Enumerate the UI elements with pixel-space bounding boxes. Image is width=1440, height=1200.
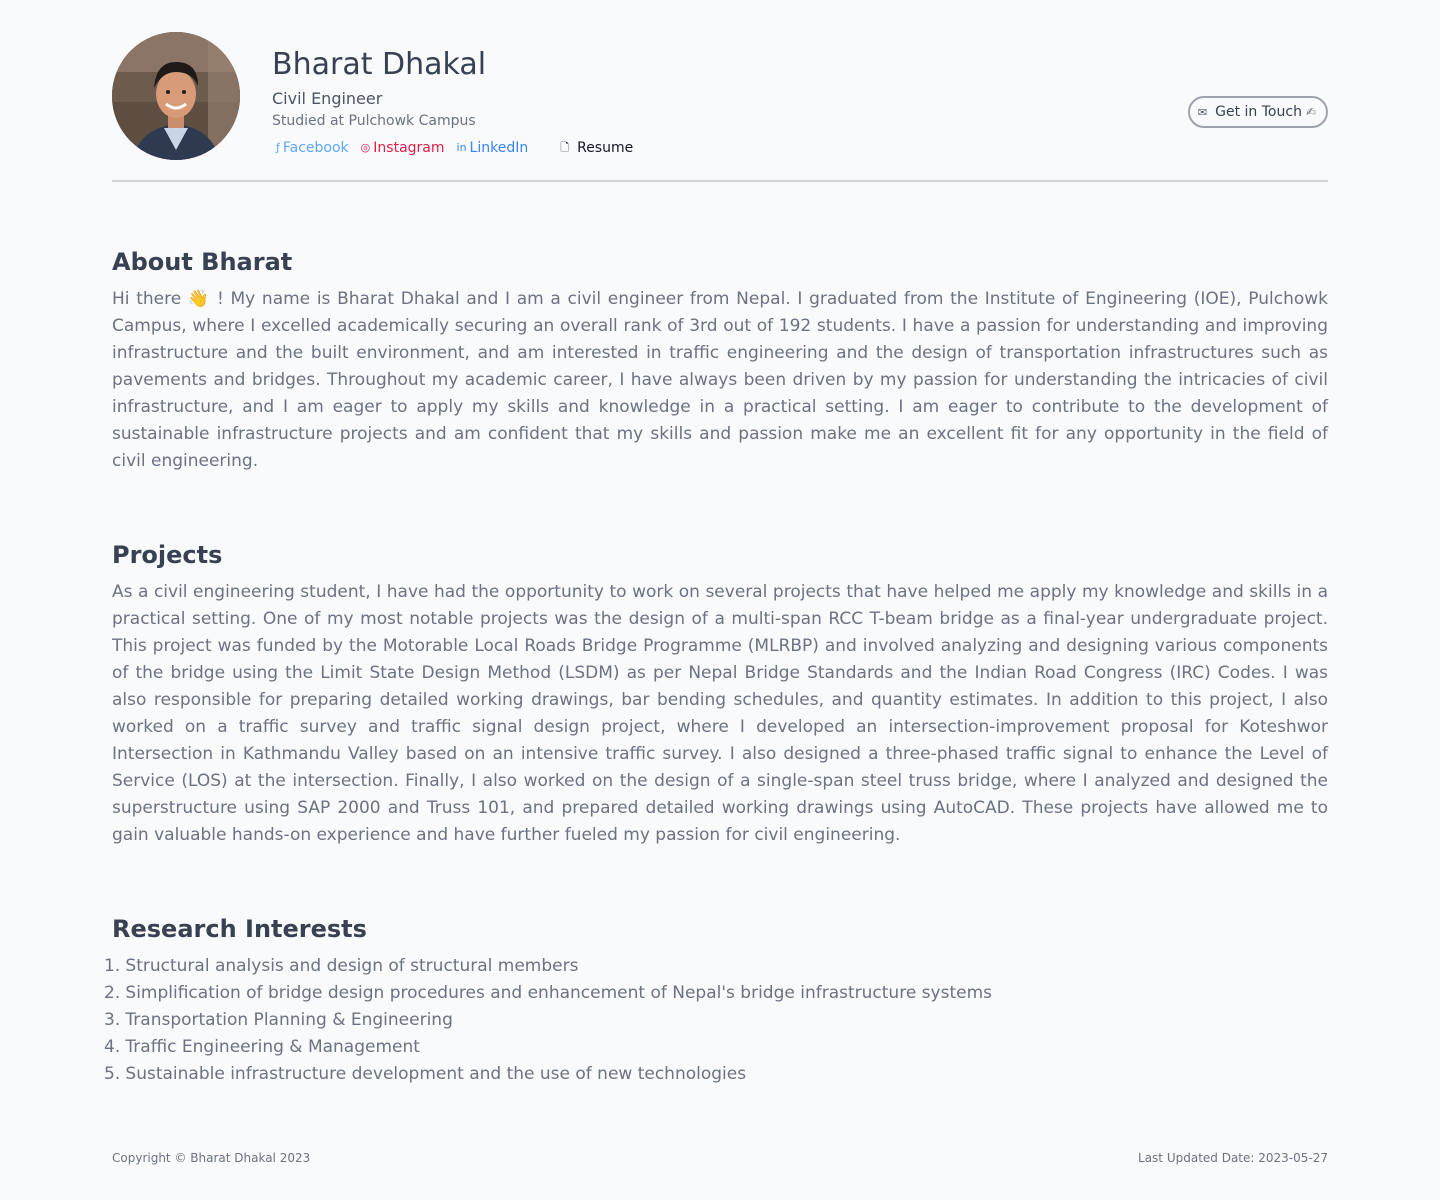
linkedin-label: LinkedIn (469, 140, 529, 156)
facebook-link[interactable]: ƒ Facebook (276, 138, 349, 158)
projects-title: Projects (112, 541, 223, 569)
research-title: Research Interests (112, 915, 367, 943)
page-container: Bharat Dhakal Civil Engineer Studied at … (104, 32, 1328, 1084)
instagram-icon: ◎ (360, 141, 371, 154)
page-footer: Copyright © Bharat Dhakal 2023 Last Upda… (112, 1151, 1328, 1165)
list-item: 5. Sustainable infrastructure developmen… (104, 1064, 747, 1084)
projects-text: As a civil engineering student, I have h… (112, 582, 1328, 845)
linkedin-link[interactable]: in LinkedIn (457, 138, 529, 158)
resume-label: Resume (577, 140, 634, 156)
about-title: About Bharat (112, 248, 293, 276)
list-item: 1. Structural analysis and design of str… (104, 956, 579, 976)
list-item: 4. Traffic Engineering & Management (104, 1037, 420, 1057)
linkedin-icon: in (456, 141, 467, 154)
profile-name: Bharat Dhakal (272, 47, 487, 82)
profile-role: Civil Engineer (272, 89, 383, 108)
copyright-text: Copyright © Bharat Dhakal 2023 (112, 1151, 311, 1165)
about-text: Hi there 👋 ! My name is Bharat Dhakal an… (112, 289, 1328, 471)
projects-section: Projects As a civil engineering student,… (112, 539, 1328, 849)
writing-hand-icon: ✍ (1305, 105, 1316, 119)
list-item: 3. Transportation Planning & Engineering (104, 1010, 453, 1030)
list-item: 2. Simplification of bridge design proce… (104, 983, 992, 1003)
facebook-label: Facebook (282, 140, 349, 156)
research-section: Research Interests 1. Structural analysi… (104, 913, 1328, 1088)
research-interests-list: 1. Structural analysis and design of str… (104, 953, 1328, 1088)
file-icon: 🗋 (560, 141, 570, 154)
mail-icon: ✉ (1197, 105, 1208, 119)
instagram-link[interactable]: ◎ Instagram (361, 138, 445, 158)
profile-header: Bharat Dhakal Civil Engineer Studied at … (112, 32, 1328, 182)
get-in-touch-button[interactable]: ✉ Get in Touch ✍ (1187, 96, 1328, 128)
profile-info: Bharat Dhakal Civil Engineer Studied at … (272, 46, 645, 158)
facebook-icon: ƒ (276, 141, 280, 154)
resume-link[interactable]: 🗋 Resume (560, 138, 633, 158)
last-updated-text: Last Updated Date: 2023-05-27 (1138, 1151, 1328, 1165)
about-section: About Bharat Hi there 👋 ! My name is Bha… (112, 246, 1328, 475)
social-links: ƒ Facebook ◎ Instagram in LinkedIn 🗋 Res… (272, 138, 645, 158)
avatar (112, 32, 240, 160)
instagram-label: Instagram (373, 140, 445, 156)
get-in-touch-label: Get in Touch (1215, 104, 1302, 120)
profile-education: Studied at Pulchowk Campus (272, 113, 476, 129)
